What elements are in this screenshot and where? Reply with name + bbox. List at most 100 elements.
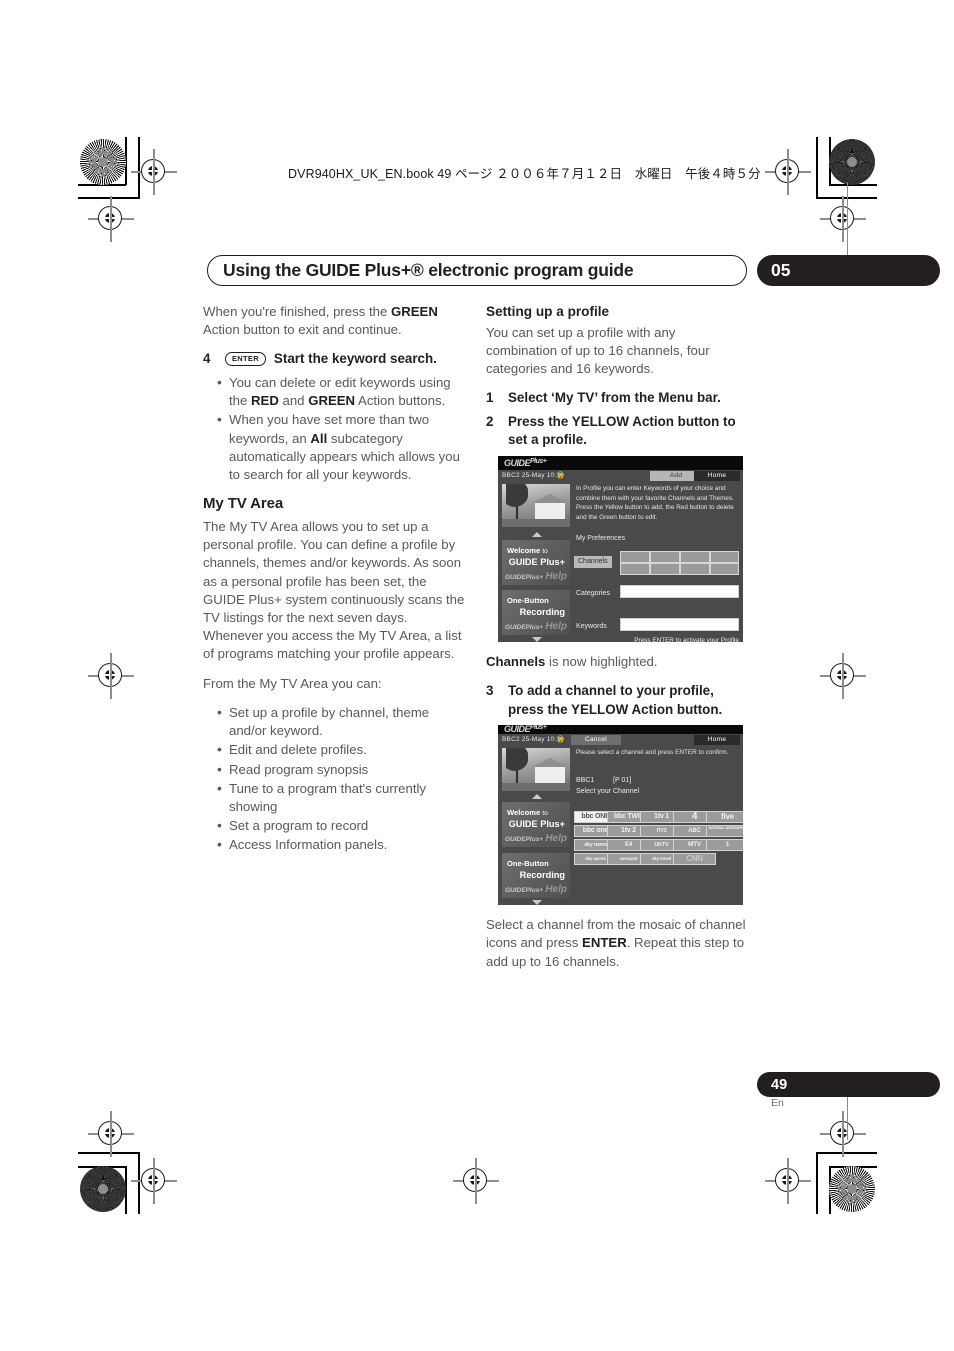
registration-mark-bottom-left [131, 1158, 177, 1204]
intro-green-emphasis: GREEN [390, 304, 438, 319]
left-column: When you're finished, press the GREEN Ac… [203, 303, 465, 865]
figure2-recording-line2: Recording [519, 870, 565, 881]
mosaic-channel[interactable]: five [706, 811, 743, 824]
figure2-recording-tile[interactable]: One-Button Recording Help GUIDEPlus+ [502, 853, 570, 899]
rosette-bottom-right [829, 1166, 875, 1212]
guide-plus-logo-icon: GUIDEPlus+ [504, 457, 547, 469]
enter-button-icon: ENTER [225, 352, 266, 366]
crop-mark-bottom-left-horizontal-2 [78, 1152, 139, 1154]
step-4-number: 4 [203, 351, 211, 367]
channels-bold-word: Channels [486, 653, 546, 669]
figure1-tile-logo-2: GUIDEPlus+ [505, 623, 544, 631]
page-language: En [771, 1097, 784, 1109]
figure1-channel-slot[interactable] [680, 550, 710, 563]
figure1-channel-slot[interactable] [650, 562, 680, 575]
step-4-title: Start the keyword search. [273, 351, 437, 367]
closing-paragraph: Select a channel from the mosaic of chan… [486, 916, 748, 971]
list-item: Tune to a program that's currently showi… [217, 779, 465, 816]
registration-mark-bottom-right [765, 1158, 811, 1204]
mosaic-channel[interactable]: NATIONAL GEOGRAPHIC [706, 825, 743, 838]
figure2-tile-logo: GUIDEPlus+ [505, 836, 544, 844]
step-2-number: 2 [486, 413, 494, 429]
crop-mark-bottom-right-vertical-2 [816, 1152, 818, 1214]
registration-mark-right-upper [820, 196, 866, 242]
figure1-my-preferences-label: My Preferences [576, 534, 626, 542]
book-file-line: DVR940HX_UK_EN.book 49 ページ ２００６年７月１２日 水曜… [288, 167, 761, 181]
scroll-up-arrow-icon-2[interactable] [532, 794, 542, 800]
registration-mark-left-middle [88, 653, 134, 699]
step-2: 2 Press the YELLOW Action button to set … [486, 413, 748, 450]
figure2-help-word: Help [545, 833, 567, 845]
figure1-channel-slot[interactable] [620, 562, 650, 575]
figure1-channels-label[interactable]: Channels [574, 555, 612, 568]
figure1-tile-logo: GUIDEPlus+ [505, 573, 544, 581]
figure1-channel-slot[interactable] [710, 550, 739, 563]
figure2-welcome-word: Welcome [507, 808, 541, 818]
figure1-channel-slot[interactable] [650, 550, 680, 563]
figure1-channel-slot[interactable] [710, 562, 739, 575]
figure1-home-button[interactable]: Home [694, 470, 740, 481]
bullet-1-text-mid: and [278, 393, 309, 409]
channels-note-rest: is now highlighted. [545, 653, 658, 669]
page-title: Using the GUIDE Plus+® electronic progra… [223, 260, 634, 280]
right-column: Setting up a profile You can set up a pr… [486, 303, 748, 982]
figure1-channel-slot[interactable] [680, 562, 710, 575]
figure1-welcome-line2: GUIDE Plus+ [508, 556, 565, 567]
list-item: You can delete or edit keywords using th… [217, 373, 465, 410]
list-item: Edit and delete profiles. [217, 740, 465, 760]
figure1-help-word-2: Help [545, 621, 567, 633]
step-1-number: 1 [486, 390, 494, 406]
registration-mark-left-lower [88, 1111, 134, 1157]
figure1-body: In Profile you can enter Keywords of you… [498, 482, 743, 642]
tick-chapter-pill [847, 182, 849, 257]
registration-mark-top-right [765, 149, 811, 195]
list-item: When you have set more than two keywords… [217, 410, 465, 484]
figure2-title-bar: GUIDEPlus+ [498, 725, 743, 735]
figure2-channel-info: BBC2 25-May 10:10 [502, 736, 564, 744]
figure2-welcome-to: to [542, 810, 548, 818]
figure1-title-bar: GUIDEPlus+ [498, 455, 743, 470]
figure2-cancel-button[interactable]: Cancel [571, 735, 621, 746]
page-number: 49 [771, 1076, 788, 1093]
figure2-instruction: Please select a channel and press ENTER … [576, 749, 729, 757]
figure2-help-word-2: Help [545, 884, 567, 896]
crop-mark-top-right-vertical-2 [816, 137, 818, 199]
channels-highlight-note: Channels is now highlighted. [486, 653, 748, 671]
figure1-logo-plus: Plus+ [530, 457, 547, 465]
bullet-1-text-c: Action buttons. [355, 393, 446, 409]
chapter-badge: 05 [757, 255, 940, 286]
closing-enter-emphasis: ENTER [582, 935, 627, 951]
figure2-home-button[interactable]: Home [694, 735, 740, 746]
figure1-categories-label: Categories [576, 589, 610, 597]
figure1-video-thumbnail [502, 483, 570, 527]
rosette-top-left [80, 139, 126, 185]
crop-mark-top-left-horizontal-2 [78, 197, 139, 199]
intro-text-a: When you're finished, press the [203, 304, 391, 319]
scroll-down-arrow-icon-2[interactable] [532, 900, 542, 906]
figure1-description: In Profile you can enter Keywords of you… [576, 484, 734, 521]
chapter-number: 05 [771, 260, 791, 280]
figure2-current-preset: [P 01] [613, 777, 632, 785]
figure1-welcome-word: Welcome [507, 545, 541, 555]
scroll-up-arrow-icon[interactable] [532, 531, 542, 537]
figure1-keywords-field[interactable] [620, 617, 739, 631]
step-4-bullets: You can delete or edit keywords using th… [203, 373, 465, 484]
intro-paragraph: When you're finished, press the GREEN Ac… [203, 303, 465, 339]
figure2-info-bar: BBC2 25-May 10:10 🔒 Cancel Home [498, 734, 743, 747]
figure2-current-channel: BBC1 [576, 777, 595, 785]
figure2-welcome-tile[interactable]: Welcome to GUIDE Plus+ Help GUIDEPlus+ [502, 802, 570, 848]
figure-profile-screen: GUIDEPlus+ BBC2 25-May 10:10 🔒 Add Home … [498, 455, 743, 642]
mosaic-channel[interactable]: CNN [673, 853, 716, 866]
bullet-2-all-emphasis: All [310, 430, 328, 446]
figure1-channel-slot[interactable] [620, 550, 650, 563]
figure1-categories-field[interactable] [620, 584, 739, 598]
crop-mark-bottom-left-vertical-2 [138, 1152, 140, 1214]
my-tv-area-bullets: Set up a profile by channel, theme and/o… [203, 703, 465, 855]
step-4: 4 ENTER Start the keyword search. [203, 350, 465, 369]
mosaic-channel[interactable]: 1 [706, 839, 743, 852]
registration-mark-left-upper [88, 196, 134, 242]
figure1-welcome-tile[interactable]: Welcome to GUIDE Plus+ Help GUIDEPlus+ [502, 539, 570, 585]
scroll-down-arrow-icon[interactable] [532, 636, 542, 642]
figure1-recording-tile[interactable]: One-Button Recording Help GUIDEPlus+ [502, 589, 570, 635]
setting-up-profile-body: You can set up a profile with any combin… [486, 324, 710, 377]
